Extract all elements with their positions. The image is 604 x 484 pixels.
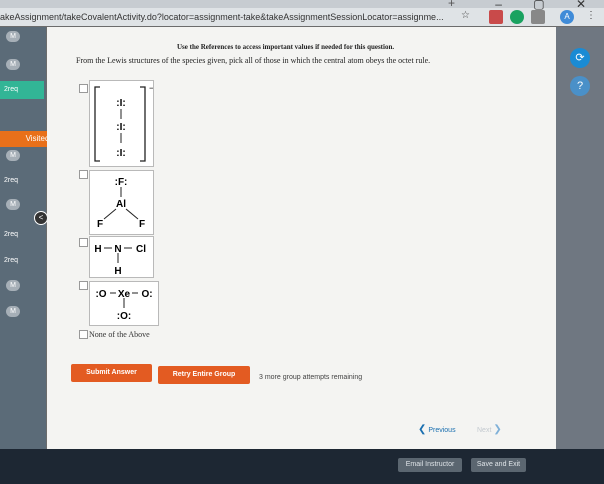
- chevron-right-icon: ❯: [493, 424, 502, 435]
- atom-label: H: [94, 244, 101, 255]
- email-instructor-button[interactable]: Email Instructor: [398, 458, 462, 472]
- sidebar-item-2req[interactable]: 2req: [0, 226, 44, 244]
- save-and-exit-button[interactable]: Save and Exit: [471, 458, 526, 472]
- lewis-structure-xeo3: :O Xe O: :O:: [89, 281, 159, 326]
- chevron-left-icon: ❮: [418, 424, 427, 435]
- sidebar-item-m[interactable]: M: [6, 199, 20, 210]
- lewis-structure-nhcl: H N Cl H: [89, 236, 154, 278]
- extension-icon[interactable]: [489, 10, 503, 24]
- window-controls[interactable]: – ▢ ✕: [495, 0, 600, 11]
- attempts-remaining: 3 more group attempts remaining: [259, 374, 363, 381]
- lewis-structure-i3: :I: :I: :I: −: [89, 80, 154, 167]
- charge-label: −: [149, 83, 153, 93]
- atom-label: :F:: [115, 177, 128, 188]
- sidebar-item-m[interactable]: M: [6, 150, 20, 161]
- sidebar-item-m[interactable]: M: [6, 59, 20, 70]
- extension-icon[interactable]: [510, 10, 524, 24]
- sidebar-item-m[interactable]: M: [6, 306, 20, 317]
- retry-group-button[interactable]: Retry Entire Group: [158, 366, 250, 384]
- lewis-structure-alf3-svg: :F: Al F F: [97, 177, 145, 230]
- atom-label: N: [114, 244, 121, 255]
- atom-label: H: [114, 266, 121, 277]
- atom-label: O:: [141, 289, 152, 300]
- atom-label: F: [139, 219, 145, 230]
- menu-icon[interactable]: ⋮: [586, 10, 596, 24]
- option-checkbox-i3[interactable]: [79, 84, 88, 93]
- submit-answer-button[interactable]: Submit Answer: [71, 364, 152, 382]
- collapse-sidebar-button[interactable]: <: [34, 211, 48, 225]
- sidebar-item-2req[interactable]: 2req: [0, 252, 44, 270]
- star-icon[interactable]: ☆: [461, 10, 470, 24]
- sidebar-item-2req[interactable]: 2req: [0, 172, 44, 190]
- lewis-structure-alf3: :F: Al F F: [89, 170, 154, 235]
- atom-label: :I:: [116, 148, 125, 159]
- option-checkbox-xeo3[interactable]: [79, 281, 88, 290]
- atom-label: Al: [116, 199, 126, 210]
- refresh-icon[interactable]: ⟳: [570, 48, 590, 68]
- help-icon[interactable]: ?: [570, 76, 590, 96]
- previous-label: Previous: [428, 427, 456, 434]
- option-checkbox-alf3[interactable]: [79, 170, 88, 179]
- profile-avatar[interactable]: A: [560, 10, 574, 24]
- sidebar-item-m[interactable]: M: [6, 31, 20, 42]
- question-prompt: From the Lewis structures of the species…: [76, 56, 431, 65]
- previous-button[interactable]: ❮ Previous: [418, 424, 456, 435]
- address-bar[interactable]: akeAssignment/takeCovalentActivity.do?lo…: [0, 9, 470, 25]
- references-notice: Use the References to access important v…: [177, 43, 395, 51]
- lewis-structure-i3-svg: :I: :I: :I: −: [94, 83, 153, 162]
- browser-toolbar: + akeAssignment/takeCovalentActivity.do?…: [0, 0, 604, 26]
- option-checkbox-nhcl[interactable]: [79, 238, 88, 247]
- none-of-the-above-label: None of the Above: [89, 330, 150, 339]
- atom-label: :I:: [116, 98, 125, 109]
- sidebar-item-2req[interactable]: 2req: [0, 81, 44, 99]
- atom-label: F: [97, 219, 103, 230]
- option-checkbox-none[interactable]: [79, 330, 88, 339]
- atom-label: :O: [95, 289, 106, 300]
- next-label: Next: [477, 427, 492, 434]
- sidebar-item-m[interactable]: M: [6, 280, 20, 291]
- atom-label: Xe: [118, 289, 131, 300]
- atom-label: Cl: [136, 244, 146, 255]
- lewis-structure-nhcl-svg: H N Cl H: [94, 244, 146, 277]
- next-button[interactable]: Next ❯: [477, 424, 502, 435]
- atom-label: :O:: [117, 311, 131, 322]
- extension-icon[interactable]: [531, 10, 545, 24]
- atom-label: :I:: [116, 122, 125, 133]
- lewis-structure-xeo3-svg: :O Xe O: :O:: [95, 289, 152, 322]
